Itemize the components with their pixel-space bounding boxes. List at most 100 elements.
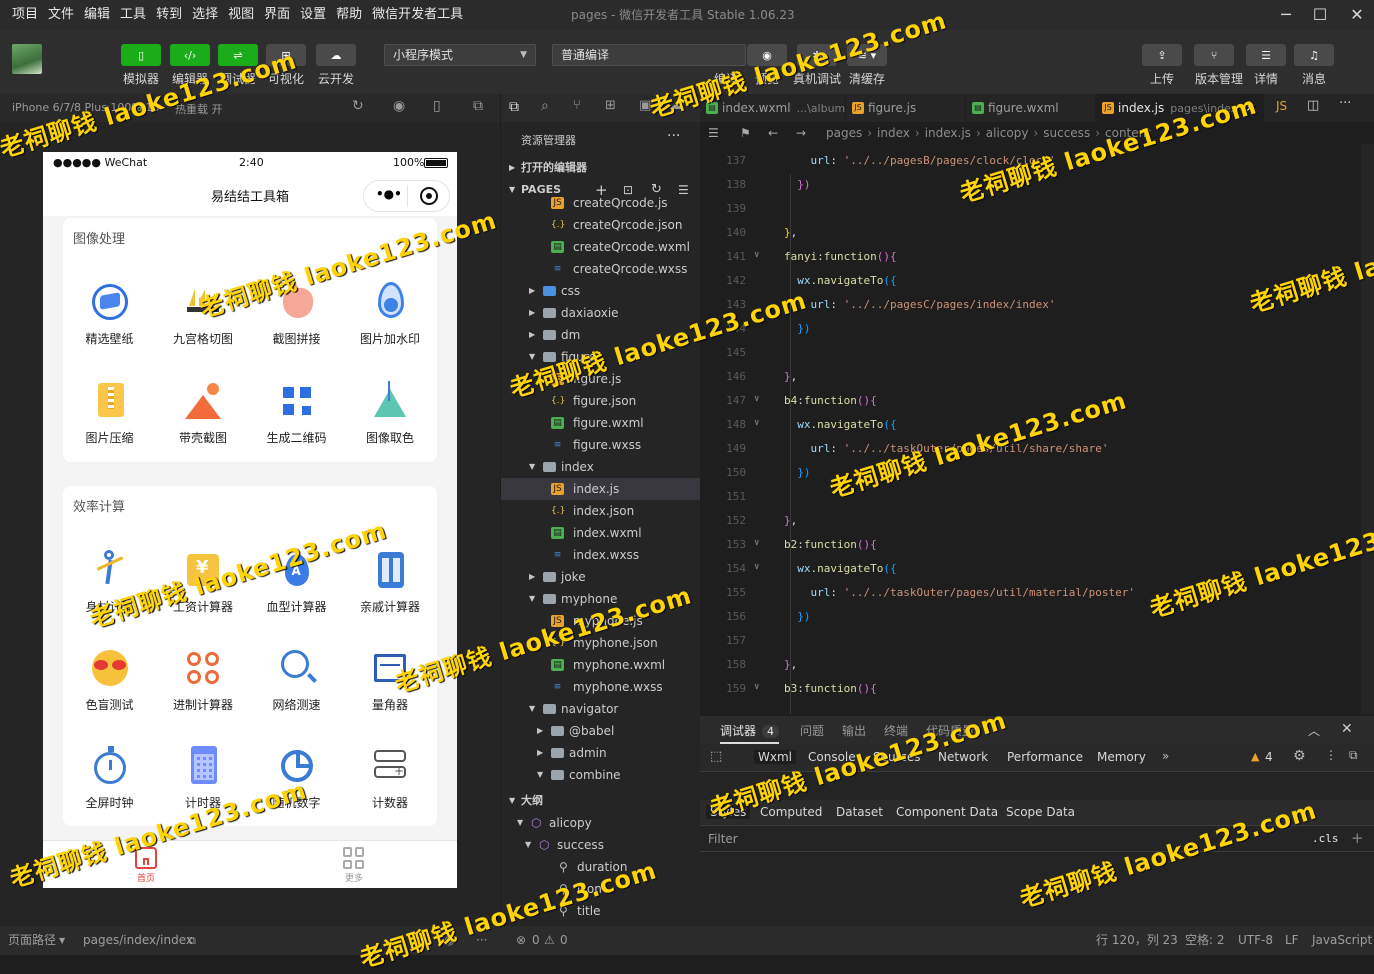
fold-icon[interactable]: ∨ — [754, 682, 759, 692]
toolbar-upload-button[interactable]: ⇪ — [1142, 44, 1182, 66]
bookmark-icon[interactable]: ⚑ — [740, 122, 751, 144]
language-mode[interactable]: JavaScript — [1312, 926, 1372, 955]
file-item[interactable]: ▤ index.wxml — [501, 522, 700, 544]
menu-item-4[interactable]: 转到 — [151, 0, 187, 30]
gear-icon[interactable]: ⚙ — [1293, 748, 1306, 764]
more-dots-icon[interactable]: •●• — [376, 187, 402, 201]
tool-item[interactable]: 色盲测试 — [63, 646, 156, 713]
breadcrumb-item[interactable]: index.js — [925, 126, 971, 140]
add-style-icon[interactable]: + — [1351, 829, 1364, 847]
encoding[interactable]: UTF-8 — [1238, 926, 1273, 955]
tool-item[interactable]: 亲戚计算器 — [344, 548, 437, 615]
back-arrow-icon[interactable]: ← — [768, 122, 778, 144]
tool-item[interactable]: 图片压缩 — [63, 379, 156, 446]
file-item[interactable]: JS createQrcode.js — [501, 192, 700, 214]
more-actions-icon[interactable]: ··· — [667, 128, 680, 144]
close-window-button[interactable]: ✕ — [1345, 4, 1369, 26]
fold-icon[interactable]: ∨ — [754, 394, 759, 404]
more-tabs-icon[interactable]: » — [1162, 749, 1169, 763]
warning-count[interactable]: 0 — [560, 926, 568, 955]
more-icon[interactable]: ··· — [1339, 96, 1351, 111]
editor-scrollbar[interactable] — [1361, 144, 1374, 714]
split-editor-icon[interactable]: ◫ — [1307, 98, 1319, 113]
folder-item[interactable]: ▼ index — [501, 456, 700, 478]
menu-item-10[interactable]: 微信开发者工具 — [367, 0, 468, 30]
file-item[interactable]: {.} index.json — [501, 500, 700, 522]
toolbar-bell-button[interactable]: ♫ — [1294, 44, 1334, 66]
capsule-menu[interactable]: •●• — [363, 180, 450, 212]
dock-icon[interactable]: ⧉ — [1349, 748, 1358, 763]
outline-item[interactable]: ▼ ⬡ success — [501, 834, 700, 856]
kebab-icon[interactable]: ⋮ — [1325, 748, 1337, 762]
warning-count[interactable]: 4 — [1265, 750, 1273, 764]
tool-item[interactable]: 精选壁纸 — [63, 280, 156, 347]
fold-icon[interactable]: ∨ — [754, 538, 759, 548]
file-item[interactable]: ▤ createQrcode.wxml — [501, 236, 700, 258]
file-item[interactable]: ▤ figure.wxml — [501, 412, 700, 434]
stop-icon[interactable]: ◉ — [393, 98, 405, 114]
menu-item-8[interactable]: 设置 — [295, 0, 331, 30]
debugger-tab[interactable]: 输出 — [842, 722, 866, 739]
style-tab[interactable]: Scope Data — [1006, 805, 1075, 819]
folder-item[interactable]: ▼ navigator — [501, 698, 700, 720]
menu-item-5[interactable]: 选择 — [187, 0, 223, 30]
toolbar-phone-button[interactable]: ▯ — [121, 44, 161, 66]
fold-icon[interactable]: ∨ — [754, 250, 759, 260]
style-tab[interactable]: Component Data — [896, 805, 998, 819]
phone-icon[interactable]: ▯ — [433, 98, 441, 114]
breadcrumb-item[interactable]: index — [877, 126, 910, 140]
compile-select[interactable]: 普通编译 — [552, 44, 746, 66]
close-capsule-icon[interactable] — [420, 187, 438, 205]
style-tab[interactable]: Dataset — [836, 805, 883, 819]
file-item[interactable]: ≡ createQrcode.wxss — [501, 258, 700, 280]
indent-setting[interactable]: 空格: 2 — [1185, 926, 1225, 955]
file-item[interactable]: ≡ myphone.wxss — [501, 676, 700, 698]
forward-arrow-icon[interactable]: → — [796, 122, 806, 144]
inspect-icon[interactable]: ⬚ — [710, 749, 722, 764]
menu-item-3[interactable]: 工具 — [115, 0, 151, 30]
file-item[interactable]: ≡ figure.wxss — [501, 434, 700, 456]
breadcrumb-item[interactable]: pages — [826, 126, 862, 140]
tab-more[interactable]: 更多 — [324, 845, 384, 884]
tool-item[interactable]: 带壳截图 — [157, 379, 250, 446]
extensions-icon[interactable]: ⊞ — [605, 98, 616, 113]
toolbar-code-button[interactable]: ‹/› — [170, 44, 210, 66]
minimize-button[interactable]: ─ — [1274, 4, 1298, 26]
devtools-tab[interactable]: Wxml — [754, 750, 796, 764]
toolbar-branch-button[interactable]: ⑂ — [1194, 44, 1234, 66]
tool-item[interactable]: 进制计算器 — [157, 646, 250, 713]
refresh-icon[interactable]: ↻ — [352, 98, 364, 114]
debugger-tab[interactable]: 问题 — [800, 722, 824, 739]
tool-item[interactable]: 全屏时钟 — [63, 744, 156, 811]
open-editors-section[interactable]: ▶ 打开的编辑器 — [501, 157, 700, 179]
files-icon[interactable]: ⧉ — [509, 99, 519, 115]
menu-item-9[interactable]: 帮助 — [331, 0, 367, 30]
maximize-button[interactable]: ☐ — [1308, 4, 1332, 26]
breadcrumb-item[interactable]: alicopy — [986, 126, 1029, 140]
folder-item[interactable]: ▼ combine — [501, 764, 700, 786]
collapse-panel-icon[interactable]: ︿ — [1308, 722, 1320, 739]
menu-item-7[interactable]: 界面 — [259, 0, 295, 30]
page-path-label[interactable]: 页面路径 — [8, 926, 56, 955]
toolbar-cloud-button[interactable]: ☁ — [316, 44, 356, 66]
outline-item[interactable]: ▼ ⬡ alicopy — [501, 812, 700, 834]
devtools-tab[interactable]: Memory — [1097, 750, 1146, 764]
file-item[interactable]: JS index.js — [501, 478, 700, 500]
tool-item[interactable]: 生成二维码 — [250, 379, 343, 446]
file-item[interactable]: ≡ index.wxss — [501, 544, 700, 566]
source-control-icon[interactable]: ⑂ — [573, 98, 581, 113]
tool-item[interactable]: 图片加水印 — [344, 280, 437, 347]
editor-tab[interactable]: ▤ figure.wxml — [966, 94, 1096, 122]
folder-item[interactable]: ▶ admin — [501, 742, 700, 764]
cursor-position[interactable]: 行 120，列 23 — [1096, 926, 1178, 955]
list-icon[interactable]: ☰ — [708, 122, 719, 144]
folder-item[interactable]: ▶ @babel — [501, 720, 700, 742]
toolbar-menu-button[interactable]: ☰ — [1246, 44, 1286, 66]
editor-tab[interactable]: JS figure.js — [846, 94, 966, 122]
folder-item[interactable]: ▶ css — [501, 280, 700, 302]
window-icon[interactable]: ⧉ — [473, 98, 483, 114]
search-icon[interactable]: ⌕ — [541, 98, 549, 114]
close-panel-icon[interactable]: ✕ — [1341, 721, 1353, 737]
fold-icon[interactable]: ∨ — [754, 418, 759, 428]
devtools-tab[interactable]: Performance — [1007, 750, 1083, 764]
